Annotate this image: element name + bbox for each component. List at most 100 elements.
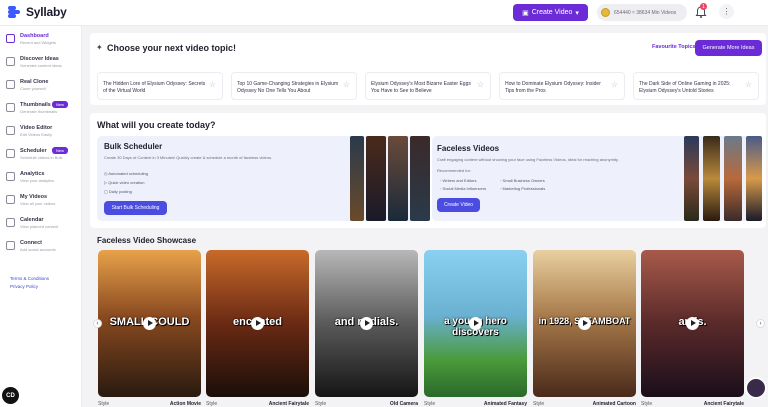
- showcase-video[interactable]: SMALL COULD: [98, 250, 201, 397]
- home-icon: [6, 34, 15, 43]
- chevron-down-icon: ▾: [575, 9, 579, 17]
- showcase-video[interactable]: an is.: [641, 250, 744, 397]
- account-button[interactable]: CD: [2, 387, 19, 404]
- image-icon: [6, 103, 15, 112]
- sidebar-item-my-videos[interactable]: My Videos View all your videos: [4, 192, 78, 212]
- recommended-item: ◦ Marketing Professionals: [500, 186, 546, 191]
- sidebar-item-dashboard[interactable]: Dashboard Recent and Widgets: [4, 31, 78, 51]
- star-icon[interactable]: ☆: [611, 81, 618, 89]
- create-video-button[interactable]: ▣ Create Video ▾: [513, 4, 588, 21]
- sidebar: Dashboard Recent and Widgets Discover Id…: [0, 26, 82, 407]
- favourite-topics-link[interactable]: Favourite Topics: [652, 44, 696, 50]
- chevron-left-icon: ‹: [96, 320, 99, 327]
- preview-image: [388, 136, 408, 221]
- preview-image: [703, 136, 720, 221]
- preview-image: [746, 136, 762, 221]
- terms-link[interactable]: Terms & Conditions: [10, 276, 49, 281]
- topics-title: Choose your next video topic!: [107, 43, 237, 53]
- play-icon[interactable]: [686, 317, 699, 330]
- new-badge: New: [52, 147, 69, 154]
- recommended-item: ◦ Small Business Owners: [500, 178, 545, 183]
- style-label-row: Style Action Movie: [98, 401, 201, 407]
- chart-icon: [6, 172, 15, 181]
- star-icon[interactable]: ☆: [343, 81, 350, 89]
- clock-icon: [6, 149, 15, 158]
- play-icon: ▷: [104, 180, 108, 185]
- carousel-prev-button[interactable]: ‹: [93, 319, 102, 328]
- top-bar: Syllaby ▣ Create Video ▾ 654440 ≈ 38634 …: [0, 0, 768, 26]
- star-icon[interactable]: ☆: [477, 81, 484, 89]
- star-icon[interactable]: ☆: [745, 81, 752, 89]
- style-label-row: Style Ancient Fairytale: [641, 401, 744, 407]
- carousel-next-button[interactable]: ›: [756, 319, 765, 328]
- play-icon[interactable]: [360, 317, 373, 330]
- faceless-title: Faceless Videos: [437, 144, 500, 153]
- style-label-row: Style Animated Cartoon: [533, 401, 636, 407]
- credits-badge[interactable]: 654440 ≈ 38634 Min Videos: [597, 4, 687, 21]
- create-video-card-button[interactable]: Create Video: [437, 198, 480, 212]
- user-icon: [6, 80, 15, 89]
- showcase-title: Faceless Video Showcase: [97, 236, 197, 245]
- feature-item: ▢ Daily posting: [104, 189, 132, 194]
- create-title: What will you create today?: [97, 120, 216, 130]
- calendar-icon: [6, 218, 15, 227]
- video-icon: ▣: [522, 9, 529, 17]
- showcase-video[interactable]: a young hero discovers: [424, 250, 527, 397]
- logo[interactable]: Syllaby: [8, 5, 67, 19]
- new-badge: New: [52, 101, 69, 108]
- chevron-right-icon: ›: [759, 320, 762, 327]
- showcase-video[interactable]: in 1928, STEAMBOAT: [533, 250, 636, 397]
- sidebar-item-thumbnails[interactable]: Thumbnails New Generate thumbnails: [4, 100, 78, 120]
- star-icon[interactable]: ☆: [209, 81, 216, 89]
- calendar-icon: ▢: [104, 189, 108, 194]
- chat-avatar[interactable]: [745, 377, 767, 399]
- preview-image: [350, 136, 364, 221]
- clock-icon: ◷: [104, 171, 108, 176]
- feature-item: ▷ Quick video creation: [104, 180, 145, 185]
- showcase-video[interactable]: and m dials.: [315, 250, 418, 397]
- preview-image: [684, 136, 699, 221]
- sidebar-item-analytics[interactable]: Analytics View your analytics: [4, 169, 78, 189]
- link-icon: [6, 241, 15, 250]
- showcase-video[interactable]: enc rated: [206, 250, 309, 397]
- search-icon: [6, 57, 15, 66]
- sidebar-item-video-editor[interactable]: Video Editor Edit Videos Easily: [4, 123, 78, 143]
- notification-badge: 1: [700, 3, 707, 10]
- style-label-row: Style Animated Fantasy: [424, 401, 527, 407]
- recommended-item: ◦ Writers and Editors: [440, 178, 477, 183]
- topic-card[interactable]: The Dark Side of Online Gaming in 2025: …: [633, 72, 759, 100]
- recommended-item: ◦ Social Media Influencers: [440, 186, 487, 191]
- coin-icon: [601, 8, 610, 17]
- more-menu-button[interactable]: ⋮: [719, 4, 734, 19]
- sidebar-item-calendar[interactable]: Calendar View planned content: [4, 215, 78, 235]
- bulk-desc: Create 30 Days of Content in 3 Minutes! …: [104, 155, 273, 160]
- feature-item: ◷ Automated scheduling: [104, 171, 148, 176]
- play-icon[interactable]: [143, 317, 156, 330]
- preview-image: [410, 136, 430, 221]
- sidebar-item-real-clone[interactable]: Real Clone Clone yourself: [4, 77, 78, 97]
- app-name: Syllaby: [26, 5, 67, 19]
- privacy-link[interactable]: Privacy Policy: [10, 284, 38, 289]
- style-label-row: Style Old Camera: [315, 401, 418, 407]
- sidebar-item-connect[interactable]: Connect Add social accounts: [4, 238, 78, 258]
- play-icon[interactable]: [251, 317, 264, 330]
- sidebar-item-scheduler[interactable]: Scheduler New Schedule videos in Bulk: [4, 146, 78, 166]
- preview-image: [366, 136, 386, 221]
- topic-card[interactable]: Top 10 Game-Changing Strategies in Elysi…: [231, 72, 357, 100]
- recommended-label: Recommended for:: [437, 168, 472, 173]
- topic-card[interactable]: The Hidden Lore of Elysium Odyssey: Secr…: [97, 72, 223, 100]
- start-bulk-scheduling-button[interactable]: Start Bulk Scheduling: [104, 201, 167, 215]
- faceless-desc: Craft engaging content without showing y…: [437, 157, 619, 162]
- sparkle-icon: ✦: [96, 43, 103, 52]
- play-icon[interactable]: [578, 317, 591, 330]
- logo-icon: [8, 5, 22, 19]
- edit-icon: [6, 126, 15, 135]
- play-icon[interactable]: [469, 317, 482, 330]
- generate-more-ideas-button[interactable]: Generate More Ideas: [695, 40, 762, 56]
- bulk-title: Bulk Scheduler: [104, 142, 163, 151]
- topic-card[interactable]: How to Dominate Elysium Odyssey: Insider…: [499, 72, 625, 100]
- sidebar-item-discover-ideas[interactable]: Discover Ideas Generate content ideas: [4, 54, 78, 74]
- preview-image: [724, 136, 742, 221]
- style-label-row: Style Ancient Fairytale: [206, 401, 309, 407]
- topic-card[interactable]: Elysium Odyssey's Most Bizarre Easter Eg…: [365, 72, 491, 100]
